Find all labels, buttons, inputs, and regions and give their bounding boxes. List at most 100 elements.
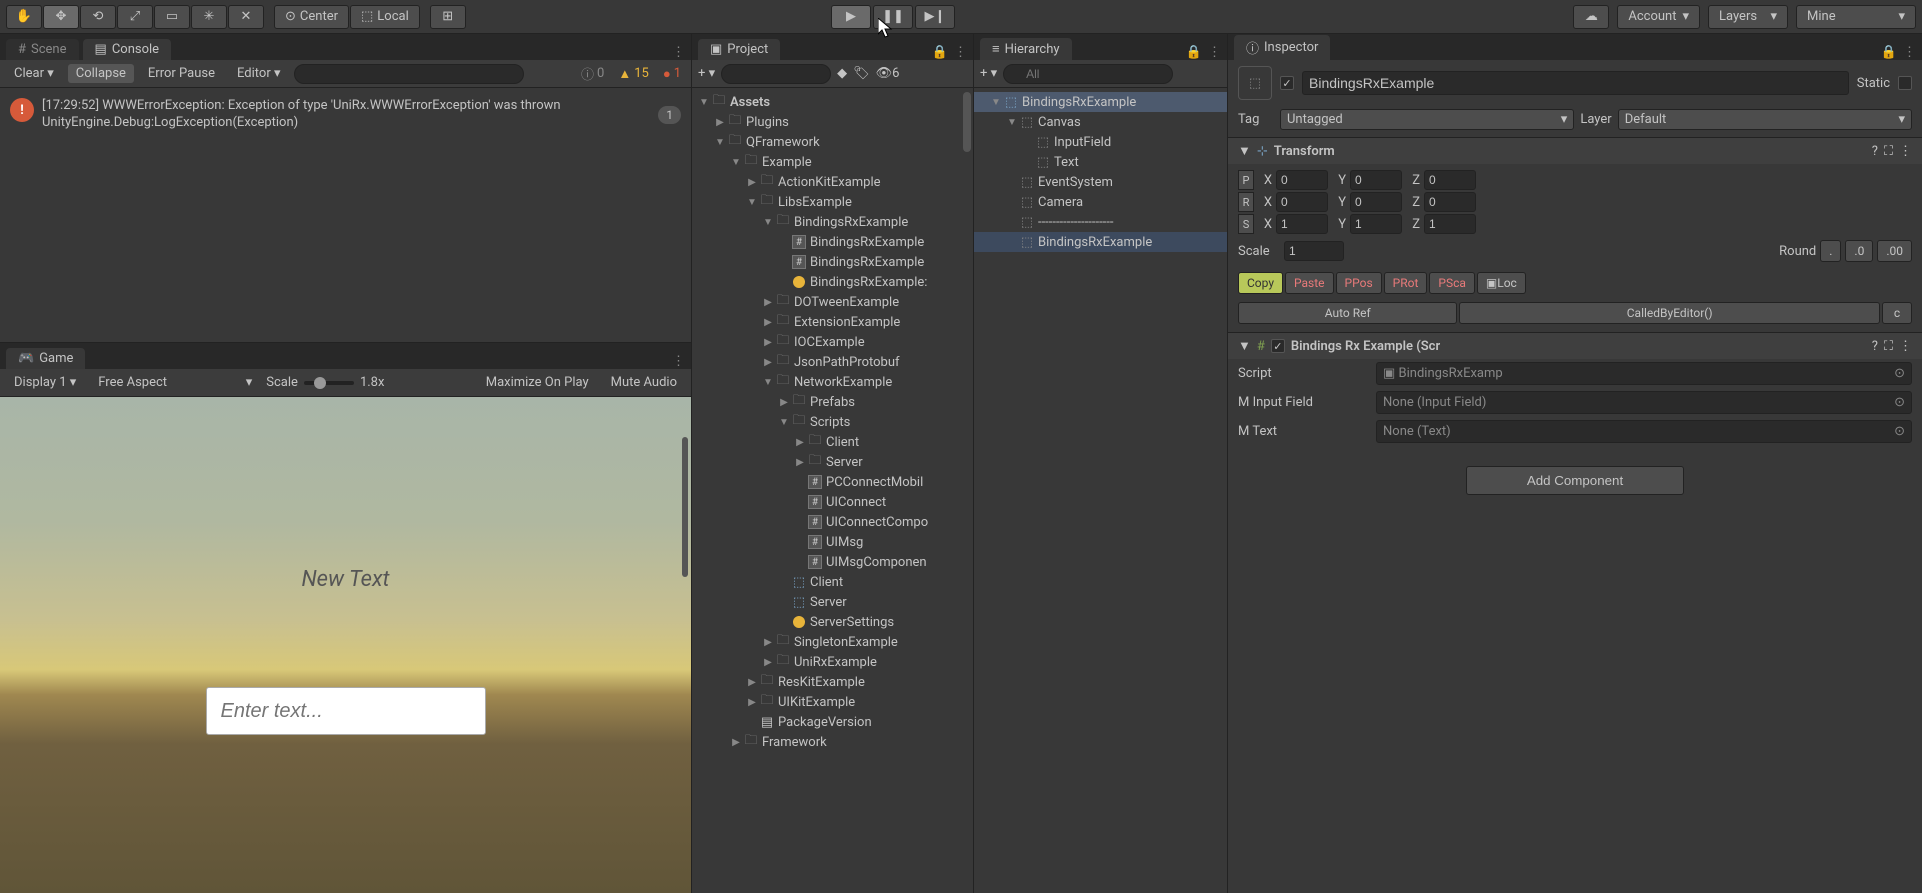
warn-badge[interactable]: ▲ 15	[614, 66, 653, 82]
tree-row[interactable]: ⬚---------------------	[974, 212, 1227, 232]
scrollbar[interactable]	[963, 92, 971, 152]
tab-inspector[interactable]: ⓘ Inspector	[1234, 35, 1330, 60]
create-button[interactable]: + ▾	[698, 66, 715, 81]
tree-row[interactable]: ▶🗀JsonPathProtobuf	[692, 352, 973, 372]
round-00-button[interactable]: .00	[1877, 240, 1912, 262]
tree-row[interactable]: ⬚Server	[692, 592, 973, 612]
project-tree[interactable]: ▼🗀Assets▶🗀Plugins▼🗀QFramework▼🗀Example▶🗀…	[692, 88, 973, 893]
account-dropdown[interactable]: Account▾	[1617, 5, 1700, 29]
tree-row[interactable]: ▼⬚Canvas	[974, 112, 1227, 132]
aspect-dropdown[interactable]: Free Aspect ▾	[90, 373, 260, 392]
lock-icon[interactable]: 🔒	[1186, 45, 1202, 60]
tree-row[interactable]: #PCConnectMobil	[692, 472, 973, 492]
autoref-button[interactable]: Auto Ref	[1238, 302, 1457, 324]
input-field-ref[interactable]: None (Input Field)⊙	[1376, 391, 1912, 414]
lock-icon[interactable]: 🔒	[1881, 45, 1897, 60]
round-dot-button[interactable]: .	[1820, 240, 1841, 262]
tree-row[interactable]: ▶🗀Prefabs	[692, 392, 973, 412]
tree-row[interactable]: #UIConnectCompo	[692, 512, 973, 532]
tab-menu-icon[interactable]: ⋮	[672, 45, 685, 60]
scale-slider[interactable]	[304, 381, 354, 385]
tree-row[interactable]: ⬚Client	[692, 572, 973, 592]
tree-row[interactable]: ⬚EventSystem	[974, 172, 1227, 192]
maximize-toggle[interactable]: Maximize On Play	[478, 373, 597, 392]
gameobject-name-input[interactable]	[1302, 71, 1849, 95]
menu-icon[interactable]: ⋮	[1899, 144, 1912, 159]
hidden-count[interactable]: 👁6	[876, 66, 900, 81]
clear-button[interactable]: Clear ▾	[6, 64, 62, 83]
transform-tool[interactable]: ✳	[191, 5, 227, 29]
editor-dropdown[interactable]: Editor ▾	[229, 64, 288, 83]
tree-row[interactable]: ▼🗀QFramework	[692, 132, 973, 152]
move-tool[interactable]: ✥	[43, 5, 79, 29]
create-button[interactable]: + ▾	[980, 66, 997, 81]
scale-tool[interactable]: ⤢	[117, 5, 153, 29]
menu-icon[interactable]: ⋮	[1899, 339, 1912, 354]
game-view[interactable]: New Text	[0, 397, 691, 893]
copy-button[interactable]: Copy	[1238, 272, 1283, 294]
tree-row[interactable]: ▼🗀Assets	[692, 92, 973, 112]
tree-row[interactable]: ▶🗀ResKitExample	[692, 672, 973, 692]
gameobject-icon[interactable]: ⬚	[1238, 66, 1272, 100]
game-input-field[interactable]	[206, 687, 486, 735]
tree-row[interactable]: ▶🗀UIKitExample	[692, 692, 973, 712]
tree-row[interactable]: ▶🗀Plugins	[692, 112, 973, 132]
tab-game[interactable]: 🎮 Game	[6, 348, 85, 369]
preset-icon[interactable]: ⛶	[1884, 144, 1893, 159]
pos-y[interactable]	[1350, 170, 1402, 190]
log-entry[interactable]: ! [17:29:52] WWWErrorException: Exceptio…	[6, 94, 685, 136]
info-badge[interactable]: ⓘ 0	[577, 64, 608, 83]
rect-tool[interactable]: ▭	[154, 5, 190, 29]
pivot-local-toggle[interactable]: ⬚Local	[350, 5, 420, 29]
tree-row[interactable]: ⬚InputField	[974, 132, 1227, 152]
scale-x[interactable]	[1276, 214, 1328, 234]
display-dropdown[interactable]: Display 1 ▾	[6, 373, 84, 392]
tree-row[interactable]: ⬚Camera	[974, 192, 1227, 212]
foldout-icon[interactable]: ▼	[1238, 143, 1251, 159]
tree-row[interactable]: #UIConnect	[692, 492, 973, 512]
loc-button[interactable]: ▣Loc	[1477, 272, 1526, 294]
add-component-button[interactable]: Add Component	[1466, 466, 1684, 495]
tree-row[interactable]: ▶🗀IOCExample	[692, 332, 973, 352]
tree-row[interactable]: BindingsRxExample:	[692, 272, 973, 292]
tree-row[interactable]: ⬚Text	[974, 152, 1227, 172]
tab-menu-icon[interactable]: ⋮	[672, 354, 685, 369]
pause-button[interactable]: ❚❚	[873, 5, 913, 29]
tab-project[interactable]: ▣ Project	[698, 39, 780, 60]
help-icon[interactable]: ?	[1872, 144, 1878, 159]
text-field-ref[interactable]: None (Text)⊙	[1376, 420, 1912, 443]
tree-row[interactable]: ▼🗀NetworkExample	[692, 372, 973, 392]
component-enabled-checkbox[interactable]: ✓	[1271, 339, 1285, 353]
hierarchy-search[interactable]	[1003, 64, 1173, 84]
hierarchy-tree[interactable]: ▼⬚BindingsRxExample▼⬚Canvas⬚InputField⬚T…	[974, 88, 1227, 893]
rotate-tool[interactable]: ⟲	[80, 5, 116, 29]
tab-menu-icon[interactable]: ⋮	[1903, 45, 1916, 60]
collapse-toggle[interactable]: Collapse	[68, 64, 134, 83]
pos-z[interactable]	[1424, 170, 1476, 190]
custom-tool[interactable]: ✕	[228, 5, 264, 29]
snap-toggle[interactable]: ⊞	[430, 5, 466, 29]
layer-dropdown[interactable]: Default▾	[1618, 109, 1912, 130]
tree-row[interactable]: #UIMsgComponen	[692, 552, 973, 572]
tab-menu-icon[interactable]: ⋮	[954, 45, 967, 60]
preset-icon[interactable]: ⛶	[1884, 339, 1893, 354]
play-button[interactable]: ▶	[831, 5, 871, 29]
layers-dropdown[interactable]: Layers▾	[1708, 5, 1788, 29]
scale-z[interactable]	[1424, 214, 1476, 234]
active-checkbox[interactable]: ✓	[1280, 76, 1294, 90]
tree-row[interactable]: ▶🗀UniRxExample	[692, 652, 973, 672]
tab-menu-icon[interactable]: ⋮	[1208, 45, 1221, 60]
tree-row[interactable]: ▶🗀Client	[692, 432, 973, 452]
paste-button[interactable]: Paste	[1285, 272, 1334, 294]
tree-row[interactable]: ▶🗀Server	[692, 452, 973, 472]
prot-button[interactable]: PRot	[1384, 272, 1428, 294]
tree-row[interactable]: ▼🗀Example	[692, 152, 973, 172]
hand-tool[interactable]: ✋	[6, 5, 42, 29]
tree-row[interactable]: ▼🗀Scripts	[692, 412, 973, 432]
tree-row[interactable]: ▶🗀ActionKitExample	[692, 172, 973, 192]
ppos-button[interactable]: PPos	[1336, 272, 1382, 294]
rot-y[interactable]	[1350, 192, 1402, 212]
rot-z[interactable]	[1424, 192, 1476, 212]
help-icon[interactable]: ?	[1872, 339, 1878, 354]
tree-row[interactable]: ▼🗀LibsExample	[692, 192, 973, 212]
